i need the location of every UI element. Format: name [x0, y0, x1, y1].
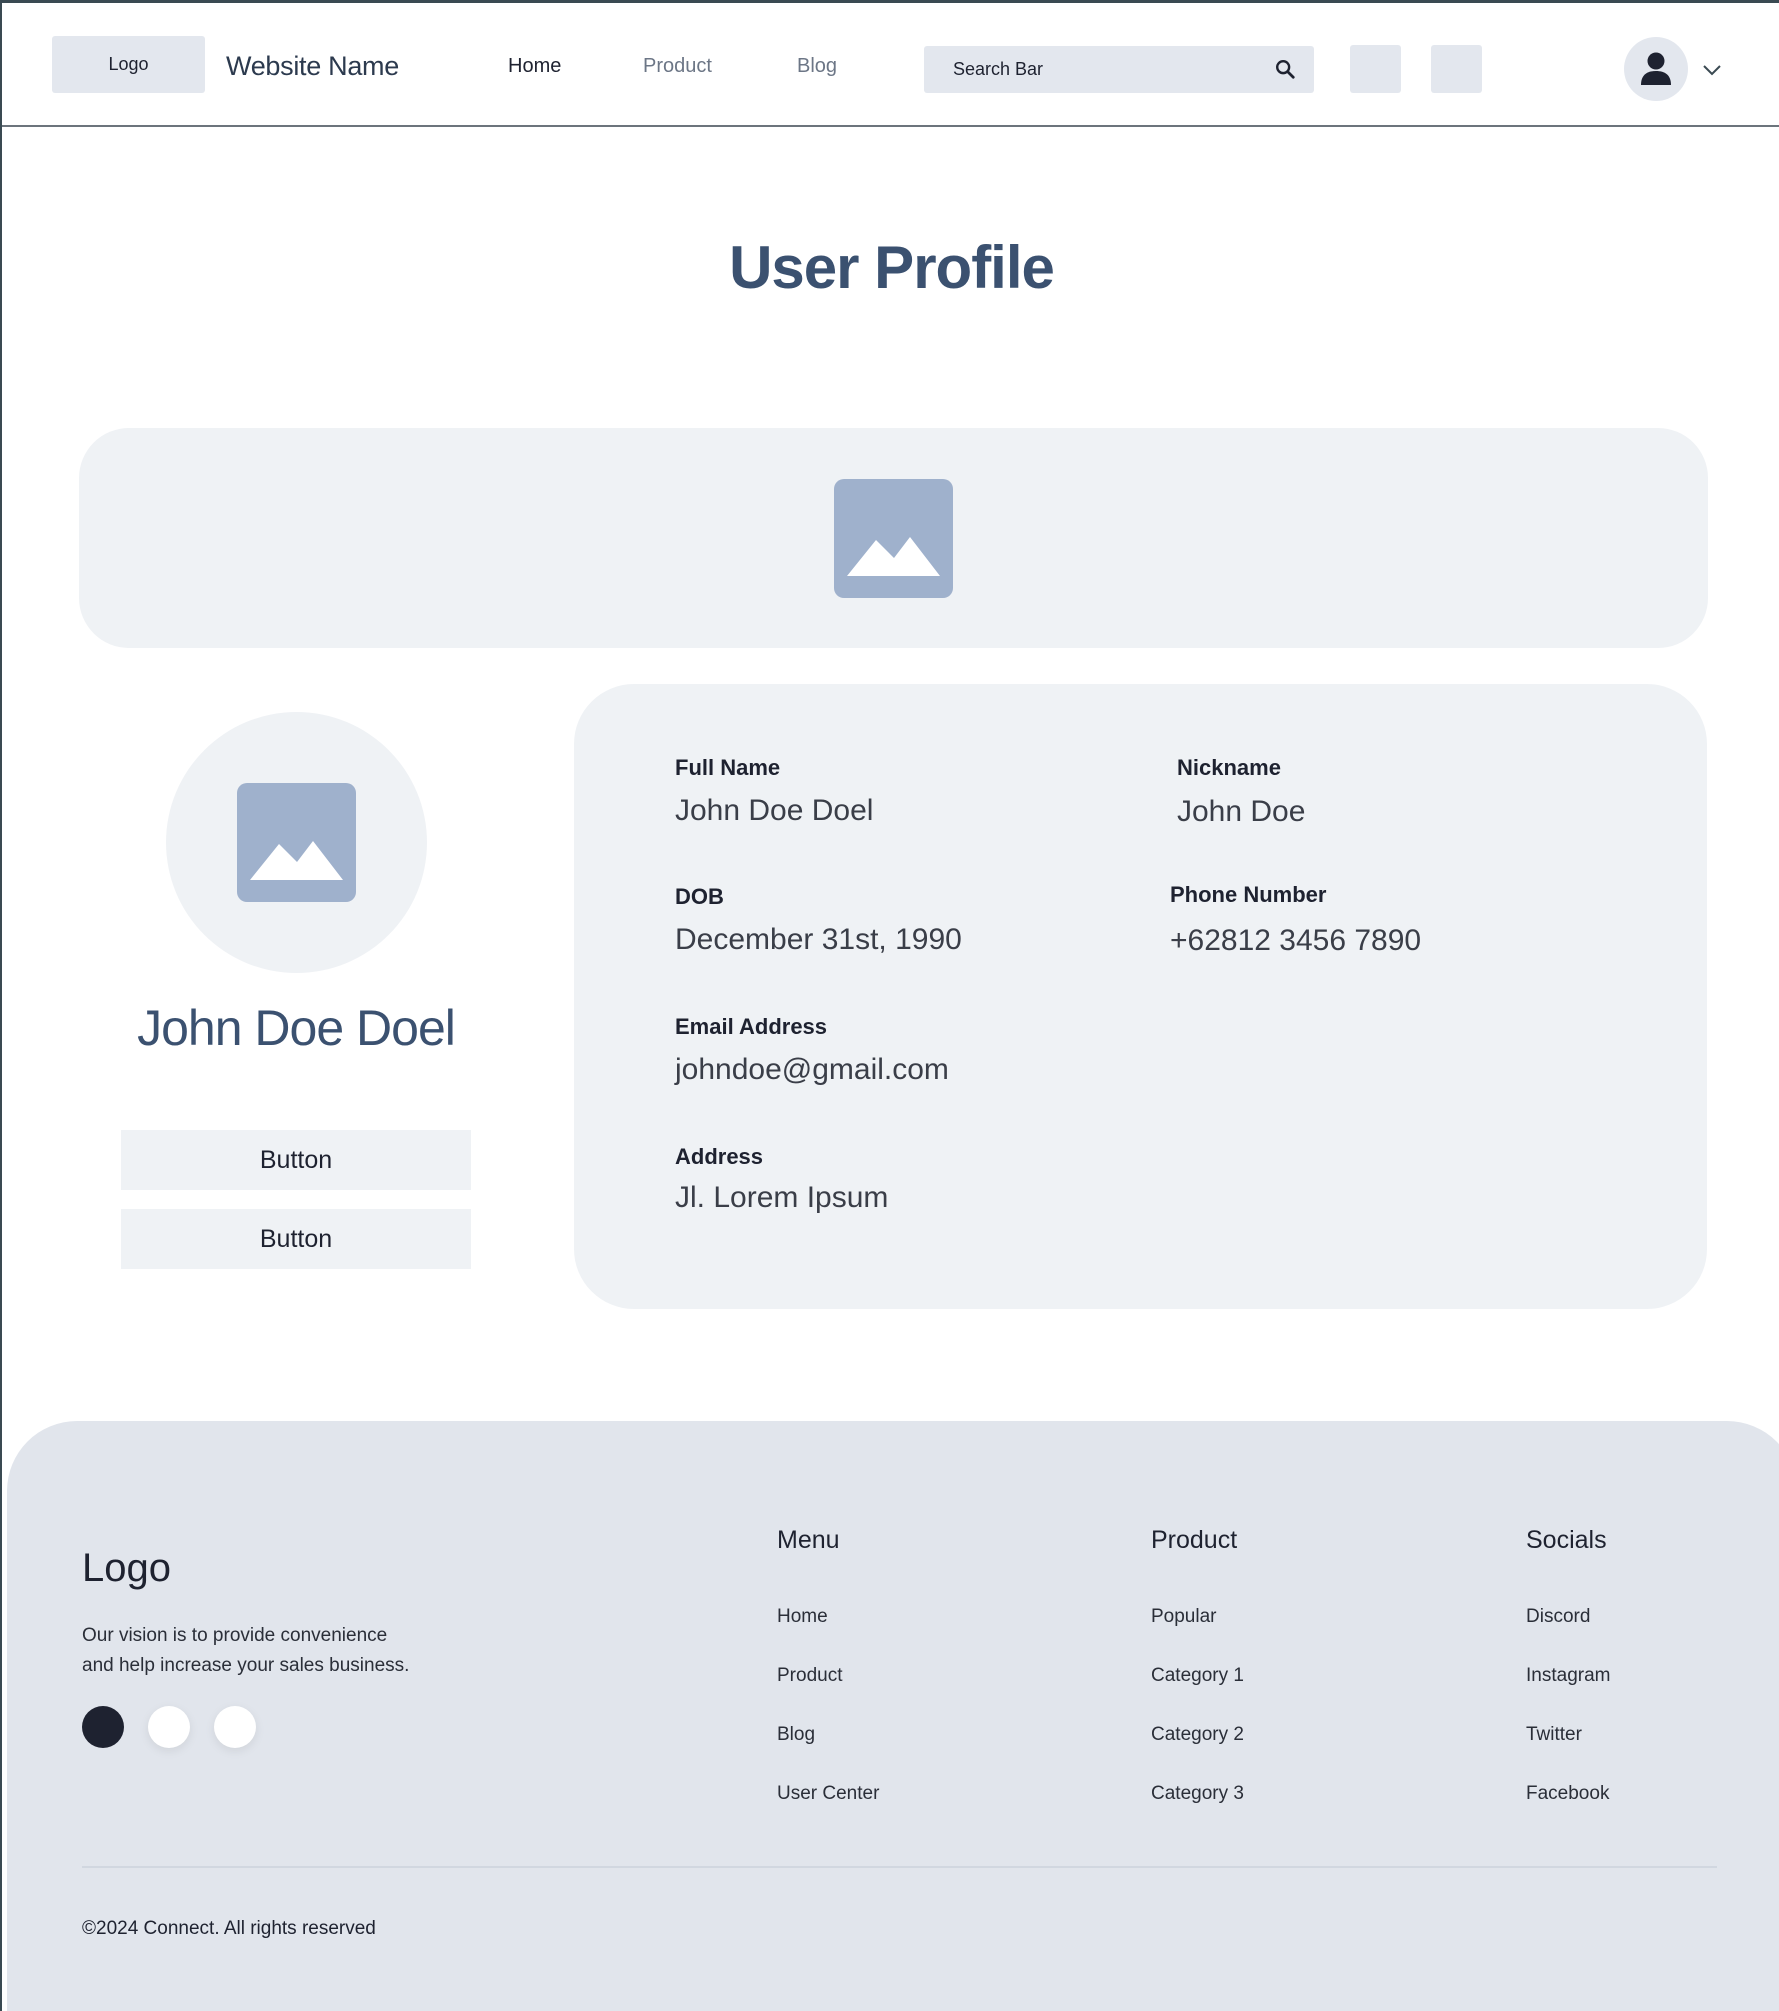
footer-divider — [82, 1866, 1717, 1868]
nav-link-home[interactable]: Home — [508, 55, 561, 78]
profile-button-2[interactable]: Button — [121, 1209, 471, 1269]
dob-label: DOB — [675, 884, 724, 909]
footer-link-discord[interactable]: Discord — [1526, 1606, 1590, 1628]
footer-link-popular[interactable]: Popular — [1151, 1606, 1217, 1628]
phone-label: Phone Number — [1170, 882, 1327, 907]
carousel-dot-3[interactable] — [214, 1706, 256, 1748]
carousel-dot-1[interactable] — [82, 1706, 124, 1748]
nav-icon-button-2[interactable] — [1431, 45, 1482, 93]
footer-link-instagram[interactable]: Instagram — [1526, 1665, 1610, 1687]
website-name[interactable]: Website Name — [226, 51, 399, 82]
page: Logo Website Name Home Product Blog Sear… — [0, 0, 1779, 2011]
profile-avatar[interactable] — [166, 712, 427, 973]
search-input[interactable]: Search Bar — [924, 46, 1314, 93]
footer-link-product[interactable]: Product — [777, 1665, 842, 1687]
full-name-label: Full Name — [675, 755, 781, 780]
footer-link-twitter[interactable]: Twitter — [1526, 1724, 1582, 1746]
carousel-dot-2[interactable] — [148, 1706, 190, 1748]
top-nav: Logo Website Name Home Product Blog Sear… — [2, 3, 1779, 127]
footer-socials-heading: Socials — [1526, 1526, 1607, 1554]
vision-line-1: Our vision is to provide convenience — [82, 1625, 388, 1646]
phone-value: +62812 3456 7890 — [1170, 924, 1422, 957]
footer-link-category-1[interactable]: Category 1 — [1151, 1665, 1244, 1687]
nickname-label: Nickname — [1177, 755, 1281, 780]
cover-banner — [79, 428, 1708, 648]
footer-vision-text: Our vision is to provide convenience and… — [82, 1621, 442, 1681]
search-placeholder: Search Bar — [953, 59, 1044, 79]
vision-line-2: and help increase your sales business. — [82, 1655, 410, 1676]
copyright-text: ©2024 Connect. All rights reserved — [82, 1918, 376, 1939]
nickname-value: John Doe — [1177, 795, 1306, 828]
footer-link-home[interactable]: Home — [777, 1606, 828, 1628]
address-value: Jl. Lorem Ipsum — [675, 1181, 889, 1214]
footer-product-heading: Product — [1151, 1526, 1238, 1554]
footer: Logo Our vision is to provide convenienc… — [7, 1421, 1779, 2011]
nav-logo[interactable]: Logo — [52, 36, 205, 93]
footer-menu-heading: Menu — [777, 1526, 840, 1554]
profile-info-card: Full Name John Doe Doel Nickname John Do… — [574, 684, 1707, 1309]
email-label: Email Address — [675, 1014, 828, 1039]
user-icon — [1641, 52, 1671, 85]
address-label: Address — [675, 1144, 764, 1169]
dob-value: December 31st, 1990 — [675, 923, 962, 956]
footer-link-user-center[interactable]: User Center — [777, 1783, 879, 1805]
profile-button-1[interactable]: Button — [121, 1130, 471, 1190]
profile-name: John Doe Doel — [137, 1000, 456, 1056]
image-placeholder-icon — [834, 479, 953, 598]
avatar-image-placeholder-icon — [237, 783, 356, 902]
search-icon[interactable] — [1274, 58, 1296, 80]
nav-link-blog[interactable]: Blog — [797, 55, 837, 78]
email-value: johndoe@gmail.com — [675, 1053, 949, 1086]
footer-link-blog[interactable]: Blog — [777, 1724, 815, 1746]
footer-link-category-2[interactable]: Category 2 — [1151, 1724, 1244, 1746]
user-menu-avatar[interactable] — [1624, 37, 1688, 101]
full-name-value: John Doe Doel — [675, 794, 874, 827]
footer-link-facebook[interactable]: Facebook — [1526, 1783, 1609, 1805]
footer-link-category-3[interactable]: Category 3 — [1151, 1783, 1244, 1805]
chevron-down-icon[interactable] — [1702, 63, 1722, 77]
nav-link-product[interactable]: Product — [643, 55, 712, 78]
nav-icon-button-1[interactable] — [1350, 45, 1401, 93]
page-title: User Profile — [729, 234, 1055, 301]
footer-logo[interactable]: Logo — [82, 1546, 171, 1591]
